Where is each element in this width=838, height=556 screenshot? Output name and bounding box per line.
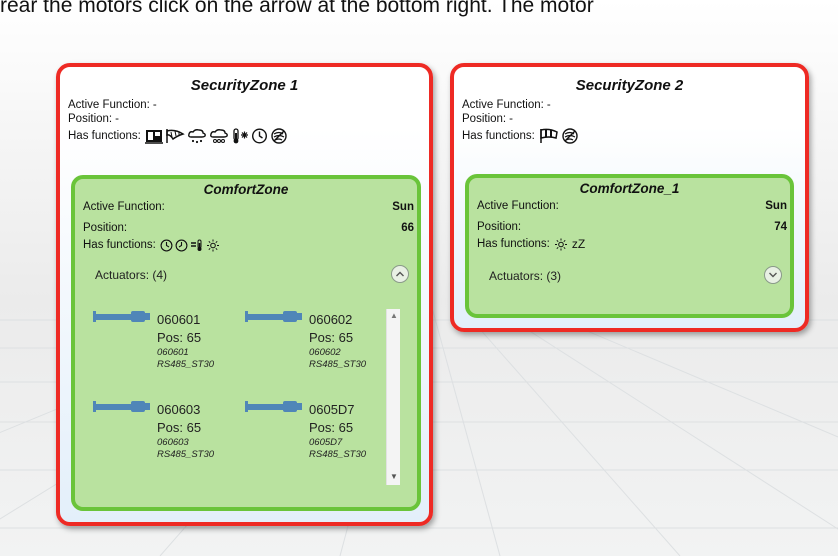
cz-position-row: Position: 66	[75, 220, 417, 237]
clock-icon	[175, 239, 188, 252]
actuator-type: RS485_ST30	[309, 359, 367, 370]
actuator-id: 060603	[157, 402, 201, 417]
motor-icon	[93, 401, 150, 412]
clock-icon	[160, 239, 173, 252]
cz-position-row: Position: 74	[469, 219, 790, 236]
expand-actuators-button[interactable]	[764, 266, 782, 284]
actuator-type: RS485_ST30	[157, 449, 215, 460]
actuator-id: 0605D7	[309, 402, 355, 417]
cz-active-function-row: Active Function: Sun	[469, 198, 790, 215]
active-function-row: Active Function: -	[454, 98, 805, 112]
motor-icon	[93, 311, 150, 322]
actuator-type: RS485_ST30	[309, 449, 367, 460]
actuator-address: 060603	[157, 437, 189, 448]
awning-icon	[165, 128, 185, 144]
temperature-icon	[190, 239, 204, 252]
security-zone-1-card[interactable]: SecurityZone 1 Active Function: - Positio…	[56, 63, 433, 526]
clock-icon	[251, 128, 268, 144]
sun-icon	[554, 238, 568, 251]
actuator-address: 0605D7	[309, 437, 343, 448]
actuators-header: Actuators: (3)	[469, 266, 790, 286]
position-value: 66	[401, 222, 414, 234]
position-label: Position:	[477, 221, 522, 233]
actuator-item[interactable]: 060601 Pos: 65 060601 RS485_ST30	[93, 309, 243, 389]
comfort-zone-title: ComfortZone	[203, 182, 289, 197]
scroll-up-arrow-icon[interactable]: ▲	[390, 311, 398, 320]
has-functions-label: Has functions:	[68, 130, 141, 142]
chevron-down-icon	[769, 272, 777, 278]
ventilation-icon	[144, 128, 163, 144]
security-zone-2-card[interactable]: SecurityZone 2 Active Function: - Positio…	[450, 63, 809, 332]
actuator-list-scrollbar[interactable]: ▲ ▼	[386, 309, 400, 485]
cz-has-functions-row: Has functions: zZ	[469, 236, 790, 252]
cz-active-function-row: Active Function: Sun	[75, 199, 417, 216]
has-functions-row: Has functions:	[60, 126, 429, 146]
chevron-up-icon	[396, 271, 404, 277]
actuator-address: 060602	[309, 347, 341, 358]
actuator-id: 060601	[157, 312, 201, 327]
security-zone-title: SecurityZone 2	[575, 77, 684, 94]
active-function-value: Sun	[392, 201, 414, 213]
actuator-address: 060601	[157, 347, 189, 358]
hail-icon	[209, 128, 229, 144]
frost-icon	[231, 128, 249, 144]
collapse-actuators-button[interactable]	[391, 265, 409, 283]
has-functions-label: Has functions:	[83, 239, 156, 251]
motor-icon	[245, 401, 302, 412]
sleep-icon: zZ	[571, 237, 586, 251]
has-functions-label: Has functions:	[477, 238, 550, 250]
position-value: 74	[774, 221, 787, 233]
active-function-label: Active Function:	[68, 99, 150, 111]
actuator-id: 060602	[309, 312, 353, 327]
cz-has-functions-row: Has functions:	[75, 237, 417, 253]
actuators-label: Actuators: (4)	[95, 268, 168, 282]
active-function-value: -	[546, 99, 551, 111]
position-value: -	[509, 113, 513, 125]
active-function-row: Active Function: -	[60, 98, 429, 112]
active-function-label: Active Function:	[477, 200, 559, 212]
actuators-header: Actuators: (4)	[75, 265, 417, 285]
no-wind-icon	[270, 128, 288, 144]
security-zone-title: SecurityZone 1	[190, 77, 299, 94]
actuator-position: Pos: 65	[309, 420, 354, 435]
position-row: Position: -	[60, 112, 429, 126]
comfort-zone-card[interactable]: ComfortZone_1 Active Function: Sun Posit…	[465, 174, 794, 318]
instruction-text: rear the motors click on the arrow at th…	[0, 0, 594, 17]
sun-icon	[206, 239, 220, 252]
wind-warning-icon	[539, 128, 559, 144]
comfort-zone-card[interactable]: ComfortZone Active Function: Sun Positio…	[71, 175, 421, 511]
position-row: Position: -	[454, 112, 805, 126]
actuators-label: Actuators: (3)	[489, 269, 562, 283]
active-function-value: Sun	[765, 200, 787, 212]
position-value: -	[115, 113, 119, 125]
actuator-position: Pos: 65	[157, 330, 202, 345]
actuator-position: Pos: 65	[157, 420, 202, 435]
actuator-position: Pos: 65	[309, 330, 354, 345]
actuator-item[interactable]: 060603 Pos: 65 060603 RS485_ST30	[93, 399, 243, 479]
active-function-label: Active Function:	[462, 99, 544, 111]
comfort-zone-title: ComfortZone_1	[579, 181, 680, 196]
no-wind-icon	[561, 128, 579, 144]
actuator-list[interactable]: 060601 Pos: 65 060601 RS485_ST30 060602 …	[93, 309, 393, 481]
motor-icon	[245, 311, 302, 322]
active-function-value: -	[152, 99, 157, 111]
actuator-type: RS485_ST30	[157, 359, 215, 370]
position-label: Position:	[83, 222, 128, 234]
actuator-item[interactable]: 060602 Pos: 65 060602 RS485_ST30	[245, 309, 395, 389]
has-functions-row: Has functions:	[454, 126, 805, 146]
rain-icon	[187, 128, 207, 144]
position-label: Position:	[462, 113, 507, 125]
has-functions-label: Has functions:	[462, 130, 535, 142]
position-label: Position:	[68, 113, 113, 125]
scroll-down-arrow-icon[interactable]: ▼	[390, 472, 398, 481]
active-function-label: Active Function:	[83, 201, 165, 213]
actuator-item[interactable]: 0605D7 Pos: 65 0605D7 RS485_ST30	[245, 399, 395, 479]
